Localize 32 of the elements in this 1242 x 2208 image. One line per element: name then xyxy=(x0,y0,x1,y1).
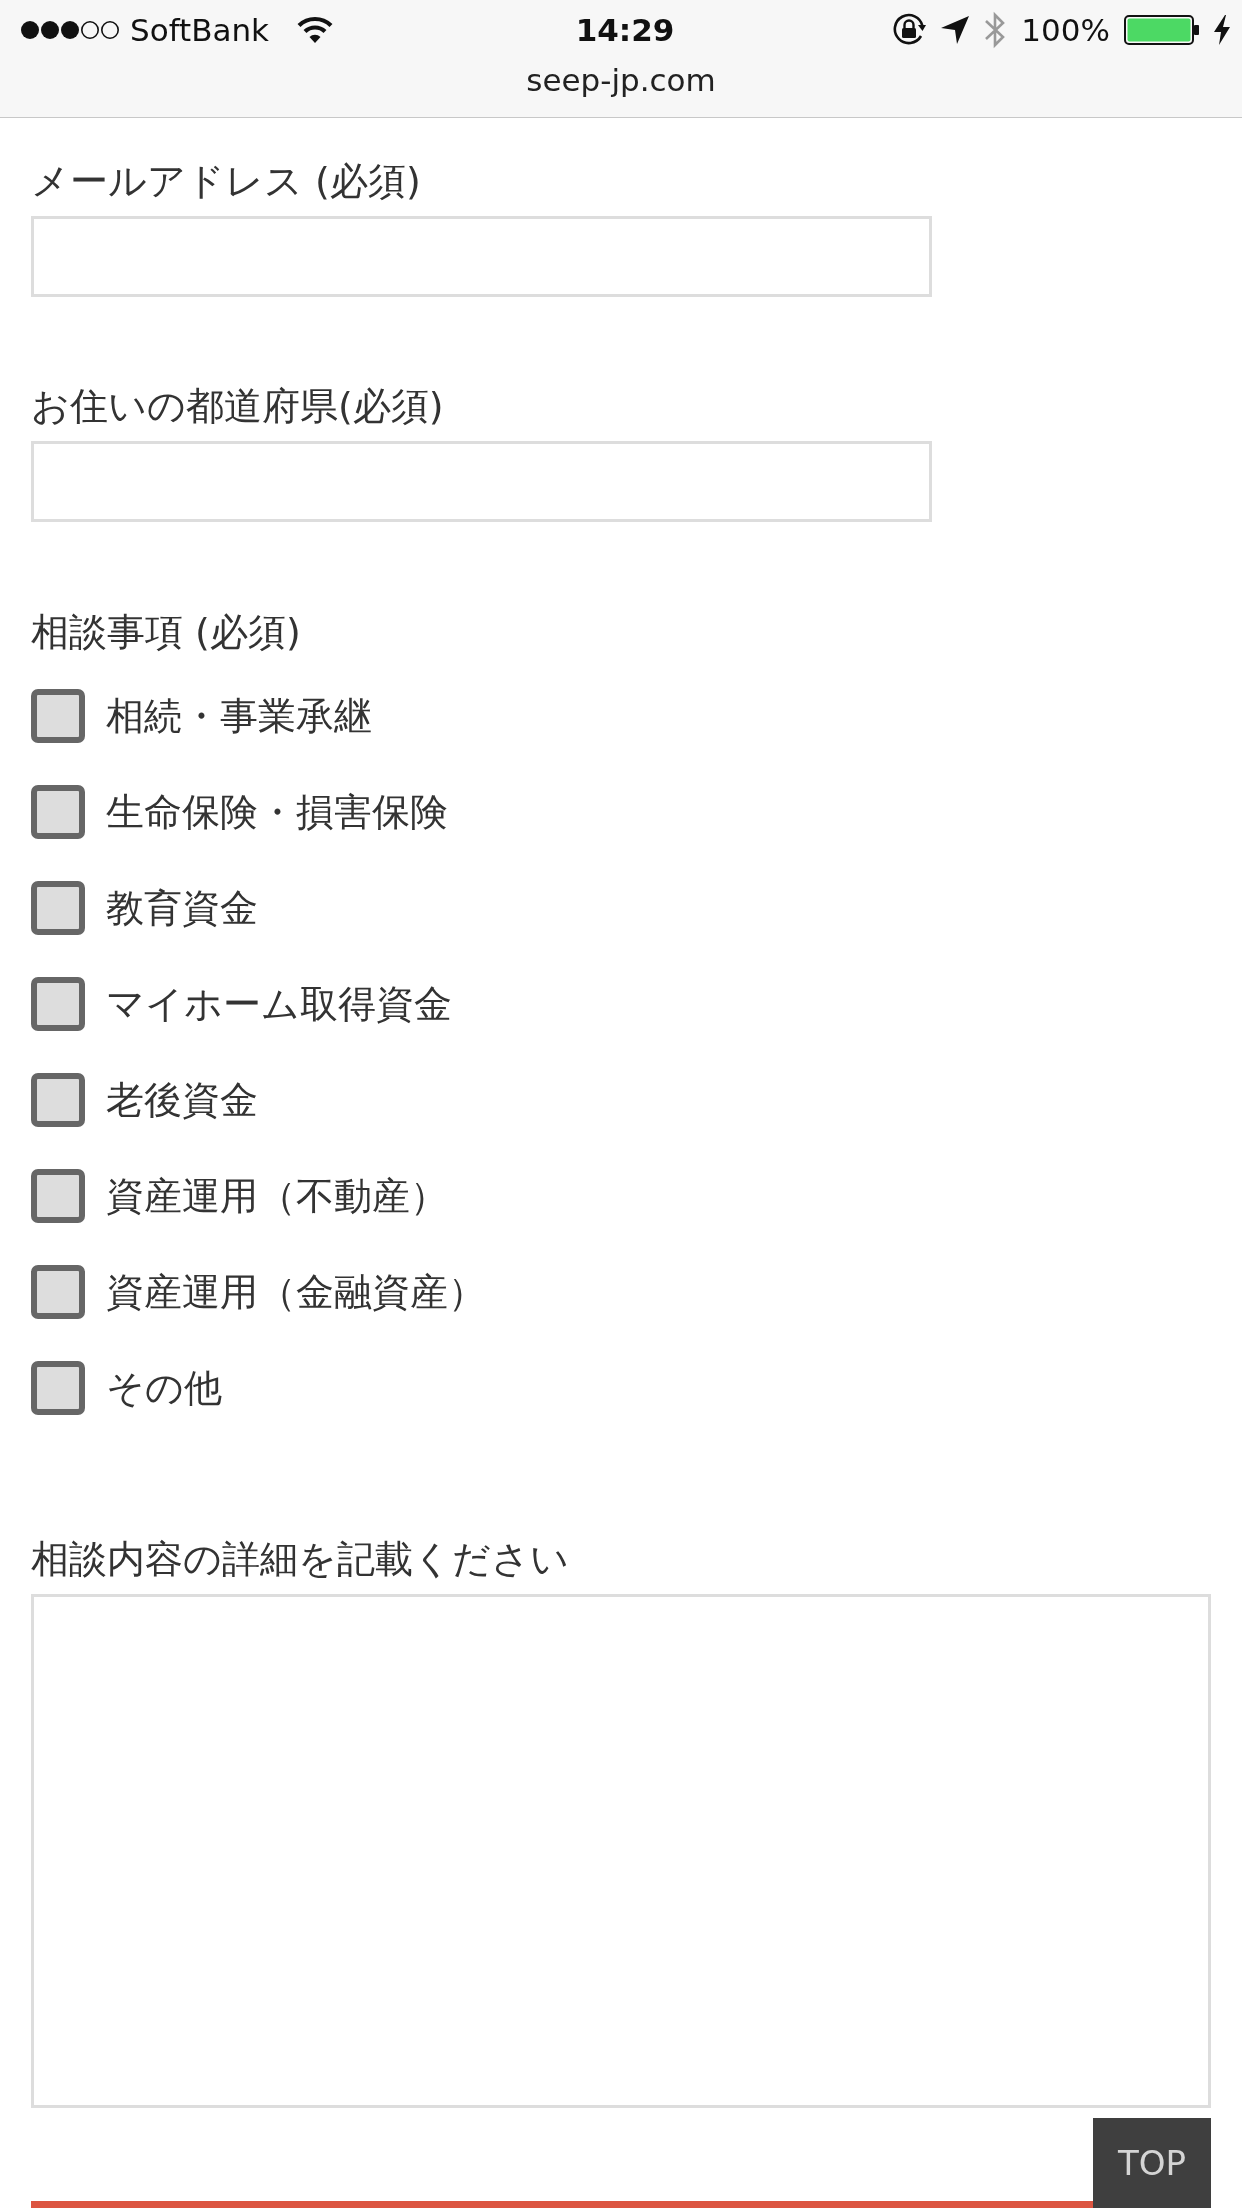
checkbox[interactable] xyxy=(31,881,85,935)
field-label: 相談事項 (必須) xyxy=(31,609,302,656)
address-url[interactable]: seep-jp.com xyxy=(526,58,716,102)
option-label: 教育資金 xyxy=(106,885,258,932)
option-label: 老後資金 xyxy=(106,1077,258,1124)
field-label: 相談内容の詳細を記載ください xyxy=(31,1536,570,1583)
status-time: 14:29 xyxy=(575,11,675,50)
checkbox[interactable] xyxy=(31,1265,85,1319)
option-label: 相続・事業承継 xyxy=(106,693,372,740)
checkbox[interactable] xyxy=(31,1169,85,1223)
location-arrow-icon xyxy=(941,16,970,44)
text-input-field[interactable] xyxy=(31,441,932,522)
carrier-name: SoftBank xyxy=(130,11,270,50)
text-input-field[interactable] xyxy=(31,216,932,297)
checkbox[interactable] xyxy=(31,1073,85,1127)
field-label: お住いの都道府県(必須) xyxy=(31,383,445,430)
field-label: メールアドレス (必須) xyxy=(31,158,422,205)
option-label: その他 xyxy=(106,1365,222,1412)
top-button[interactable]: TOP xyxy=(1093,2118,1211,2208)
signal-icon xyxy=(20,20,120,40)
battery-icon xyxy=(1124,15,1200,45)
wifi-icon xyxy=(297,16,334,44)
option-label: 資産運用（金融資産） xyxy=(106,1269,486,1316)
checkbox[interactable] xyxy=(31,785,85,839)
charging-bolt-icon xyxy=(1214,15,1230,45)
option-label: マイホーム取得資金 xyxy=(106,981,452,1028)
option-label: 生命保険・損害保険 xyxy=(106,789,448,836)
checkbox[interactable] xyxy=(31,689,85,743)
checkbox[interactable] xyxy=(31,977,85,1031)
option-label: 資産運用（不動産） xyxy=(106,1173,448,1220)
checkbox[interactable] xyxy=(31,1361,85,1415)
battery-percent: 100% xyxy=(1021,11,1110,50)
